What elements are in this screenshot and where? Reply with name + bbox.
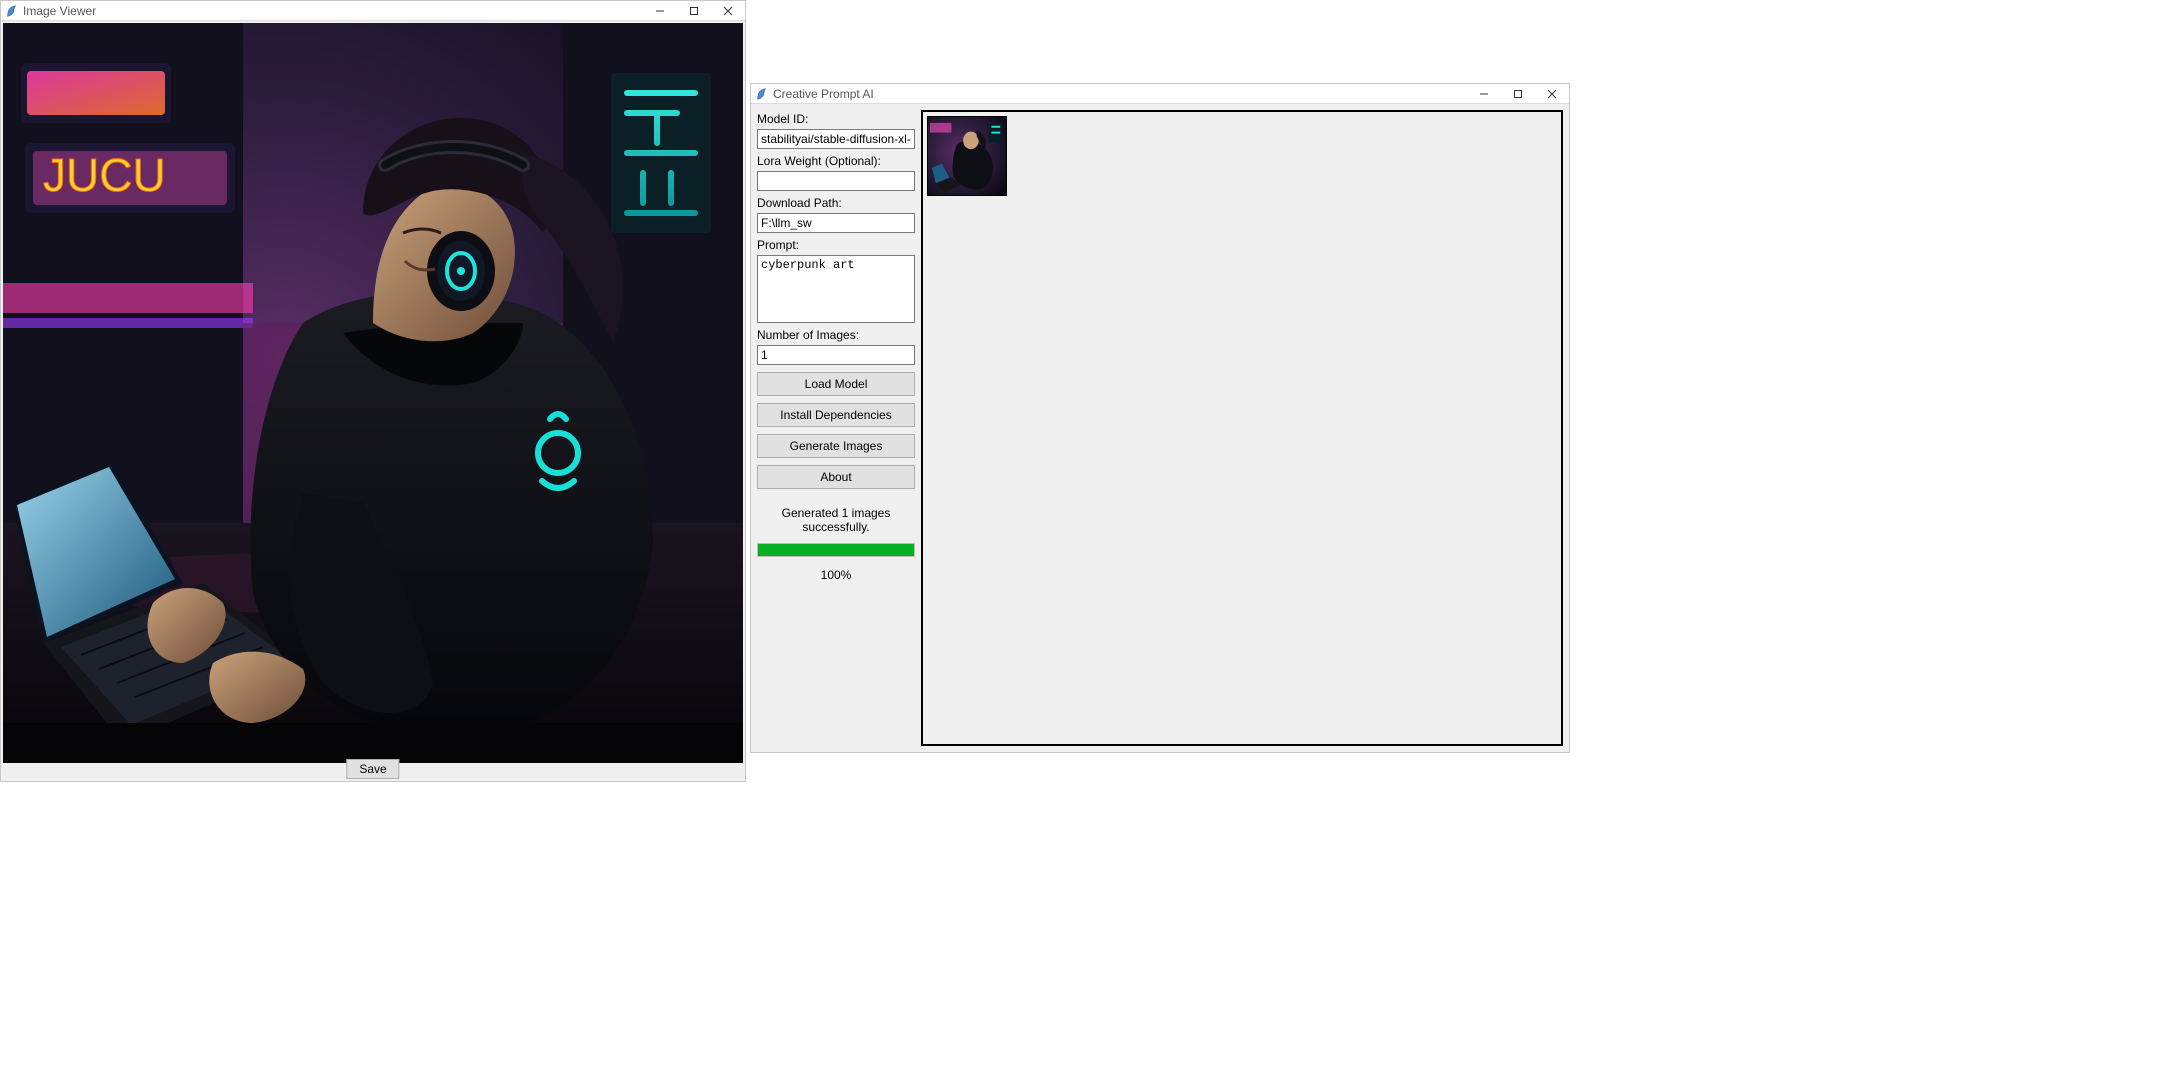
maximize-button[interactable] bbox=[1501, 84, 1535, 103]
num-images-label: Number of Images: bbox=[757, 328, 915, 342]
prompt-label: Prompt: bbox=[757, 238, 915, 252]
close-button[interactable] bbox=[1535, 84, 1569, 103]
creative-prompt-titlebar[interactable]: Creative Prompt AI bbox=[751, 84, 1569, 104]
creative-prompt-window: Creative Prompt AI Model ID: Lora Weight… bbox=[750, 83, 1570, 753]
generated-image: JUCU bbox=[3, 23, 743, 763]
download-path-label: Download Path: bbox=[757, 196, 915, 210]
close-button[interactable] bbox=[711, 1, 745, 20]
app-icon bbox=[755, 87, 769, 101]
status-text: Generated 1 images successfully. bbox=[757, 506, 915, 534]
creative-prompt-title: Creative Prompt AI bbox=[773, 87, 874, 101]
install-dependencies-button[interactable]: Install Dependencies bbox=[757, 403, 915, 427]
model-id-label: Model ID: bbox=[757, 112, 915, 126]
minimize-button[interactable] bbox=[643, 1, 677, 20]
window-controls bbox=[1467, 84, 1569, 103]
progress-bar bbox=[757, 543, 915, 557]
model-id-input[interactable] bbox=[757, 129, 915, 149]
image-viewer-titlebar[interactable]: Image Viewer bbox=[1, 1, 745, 21]
controls-panel: Model ID: Lora Weight (Optional): Downlo… bbox=[751, 104, 921, 752]
generate-images-button[interactable]: Generate Images bbox=[757, 434, 915, 458]
svg-text:JUCU: JUCU bbox=[43, 149, 166, 201]
window-controls bbox=[643, 1, 745, 20]
minimize-button[interactable] bbox=[1467, 84, 1501, 103]
image-viewer-window: Image Viewer bbox=[0, 0, 746, 782]
image-viewer-title: Image Viewer bbox=[23, 4, 96, 18]
download-path-input[interactable] bbox=[757, 213, 915, 233]
prompt-input[interactable] bbox=[757, 255, 915, 323]
lora-input[interactable] bbox=[757, 171, 915, 191]
image-gallery bbox=[921, 110, 1563, 746]
progress-percent: 100% bbox=[757, 568, 915, 582]
maximize-button[interactable] bbox=[677, 1, 711, 20]
about-button[interactable]: About bbox=[757, 465, 915, 489]
num-images-input[interactable] bbox=[757, 345, 915, 365]
generated-thumbnail[interactable] bbox=[927, 116, 1007, 196]
save-button[interactable]: Save bbox=[346, 759, 399, 779]
progress-fill bbox=[758, 544, 914, 556]
load-model-button[interactable]: Load Model bbox=[757, 372, 915, 396]
app-icon bbox=[5, 4, 19, 18]
lora-label: Lora Weight (Optional): bbox=[757, 154, 915, 168]
